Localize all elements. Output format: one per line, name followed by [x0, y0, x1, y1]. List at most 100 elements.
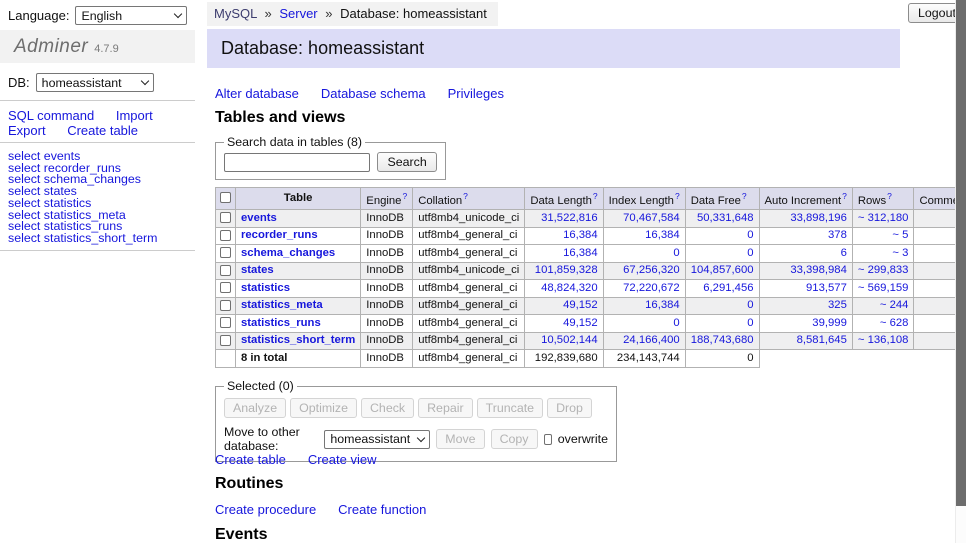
scrollbar-thumb[interactable]: [956, 0, 966, 506]
auto-increment-value[interactable]: 33,898,196: [790, 212, 847, 224]
copy-button[interactable]: Copy: [491, 429, 538, 449]
rows-value[interactable]: ~ 244: [880, 299, 909, 311]
table-link-recorder_runs[interactable]: recorder_runs: [241, 229, 318, 241]
sidebar-link-sql-command[interactable]: SQL command: [8, 108, 94, 123]
row-checkbox[interactable]: [220, 317, 231, 328]
move-database-select[interactable]: homeassistant: [324, 430, 430, 449]
auto-increment-value[interactable]: 39,999: [812, 317, 847, 329]
data-length-value[interactable]: 16,384: [563, 247, 598, 259]
vertical-scrollbar[interactable]: [955, 0, 966, 543]
rows-value[interactable]: ~ 628: [880, 317, 909, 329]
rows-value[interactable]: ~ 312,180: [858, 212, 909, 224]
data-free-value[interactable]: 0: [747, 229, 753, 241]
row-checkbox[interactable]: [220, 282, 231, 293]
data-free-value[interactable]: 50,331,648: [697, 212, 754, 224]
table-link-states[interactable]: states: [241, 264, 274, 276]
analyze-button[interactable]: Analyze: [224, 398, 286, 418]
row-checkbox[interactable]: [220, 300, 231, 311]
index-length-value[interactable]: 70,467,584: [623, 212, 680, 224]
column-header-auto-increment: Auto Increment?: [759, 188, 852, 210]
index-length-value[interactable]: 72,220,672: [623, 282, 680, 294]
data-free-value[interactable]: 0: [747, 317, 753, 329]
help-link[interactable]: ?: [593, 191, 598, 201]
app-version-link[interactable]: 4.7.9: [94, 43, 118, 55]
data-length-value[interactable]: 49,152: [563, 317, 598, 329]
data-free-value[interactable]: 0: [747, 299, 753, 311]
column-header-index-length: Index Length?: [603, 188, 685, 210]
rows-value[interactable]: ~ 136,108: [858, 334, 909, 346]
row-checkbox[interactable]: [220, 247, 231, 258]
breadcrumb-link-mysql[interactable]: MySQL: [214, 6, 257, 21]
table-link-schema_changes[interactable]: schema_changes: [241, 247, 335, 259]
help-link[interactable]: ?: [402, 191, 407, 201]
row-checkbox[interactable]: [220, 212, 231, 223]
help-link[interactable]: ?: [842, 191, 847, 201]
truncate-button[interactable]: Truncate: [477, 398, 543, 418]
db-select[interactable]: homeassistant: [36, 73, 154, 92]
row-checkbox[interactable]: [220, 230, 231, 241]
auto-increment-value[interactable]: 913,577: [806, 282, 847, 294]
rows-value[interactable]: ~ 3: [892, 247, 908, 259]
auto-increment-value[interactable]: 325: [828, 299, 847, 311]
database-action-link[interactable]: Database schema: [321, 86, 426, 101]
index-length-value[interactable]: 0: [673, 247, 679, 259]
auto-increment-value[interactable]: 378: [828, 229, 847, 241]
search-button[interactable]: Search: [377, 152, 436, 172]
data-free-value[interactable]: 188,743,680: [691, 334, 754, 346]
help-link[interactable]: ?: [463, 191, 468, 201]
data-free-value[interactable]: 104,857,600: [691, 264, 754, 276]
routine-create-link[interactable]: Create function: [338, 502, 426, 517]
table-link-statistics_meta[interactable]: statistics_meta: [241, 299, 323, 311]
rows-value[interactable]: ~ 299,833: [858, 264, 909, 276]
sidebar-select-link[interactable]: select statistics_short_term: [8, 233, 157, 245]
help-link[interactable]: ?: [887, 191, 892, 201]
table-link-statistics[interactable]: statistics: [241, 282, 290, 294]
routine-create-link[interactable]: Create procedure: [215, 502, 316, 517]
data-length-value[interactable]: 16,384: [563, 229, 598, 241]
table-link-events[interactable]: events: [241, 212, 277, 224]
data-length-value[interactable]: 101,859,328: [535, 264, 598, 276]
data-length-value[interactable]: 31,522,816: [541, 212, 598, 224]
sidebar-link-import[interactable]: Import: [116, 108, 153, 123]
table-link-statistics_runs[interactable]: statistics_runs: [241, 317, 321, 329]
help-link[interactable]: ?: [742, 191, 747, 201]
auto-increment-value[interactable]: 6: [841, 247, 847, 259]
index-length-value[interactable]: 16,384: [645, 229, 680, 241]
sidebar-table-links: select eventsselect recorder_runsselect …: [8, 151, 157, 245]
help-link[interactable]: ?: [675, 191, 680, 201]
database-action-link[interactable]: Alter database: [215, 86, 299, 101]
data-length-value[interactable]: 10,502,144: [541, 334, 598, 346]
create-link[interactable]: Create view: [308, 452, 377, 467]
index-length-value[interactable]: 0: [673, 317, 679, 329]
overwrite-checkbox[interactable]: [544, 434, 552, 445]
check-button[interactable]: Check: [361, 398, 414, 418]
data-free-value[interactable]: 0: [747, 247, 753, 259]
index-length-value[interactable]: 24,166,400: [623, 334, 680, 346]
optimize-button[interactable]: Optimize: [290, 398, 357, 418]
rows-value[interactable]: ~ 5: [892, 229, 908, 241]
search-input[interactable]: [224, 153, 370, 172]
index-length-value[interactable]: 67,256,320: [623, 264, 680, 276]
create-link[interactable]: Create table: [215, 452, 286, 467]
column-header-data-length: Data Length?: [525, 188, 603, 210]
data-length-value[interactable]: 49,152: [563, 299, 598, 311]
column-header-rows: Rows?: [852, 188, 914, 210]
drop-button[interactable]: Drop: [547, 398, 592, 418]
rows-value[interactable]: ~ 569,159: [858, 282, 909, 294]
index-length-value[interactable]: 16,384: [645, 299, 680, 311]
data-length-value[interactable]: 48,824,320: [541, 282, 598, 294]
data-free-value[interactable]: 6,291,456: [703, 282, 753, 294]
select-all-header: [216, 188, 236, 210]
auto-increment-value[interactable]: 8,581,645: [797, 334, 847, 346]
select-all-checkbox[interactable]: [220, 192, 231, 203]
breadcrumb-link-server[interactable]: Server: [279, 6, 317, 21]
auto-increment-value[interactable]: 33,398,984: [790, 264, 847, 276]
row-checkbox[interactable]: [220, 265, 231, 276]
row-checkbox[interactable]: [220, 335, 231, 346]
database-action-link[interactable]: Privileges: [448, 86, 504, 101]
sidebar-link-export[interactable]: Export: [8, 123, 46, 138]
move-button[interactable]: Move: [436, 429, 484, 449]
sidebar-link-create-table[interactable]: Create table: [67, 123, 138, 138]
table-link-statistics_short_term[interactable]: statistics_short_term: [241, 334, 355, 346]
repair-button[interactable]: Repair: [418, 398, 473, 418]
